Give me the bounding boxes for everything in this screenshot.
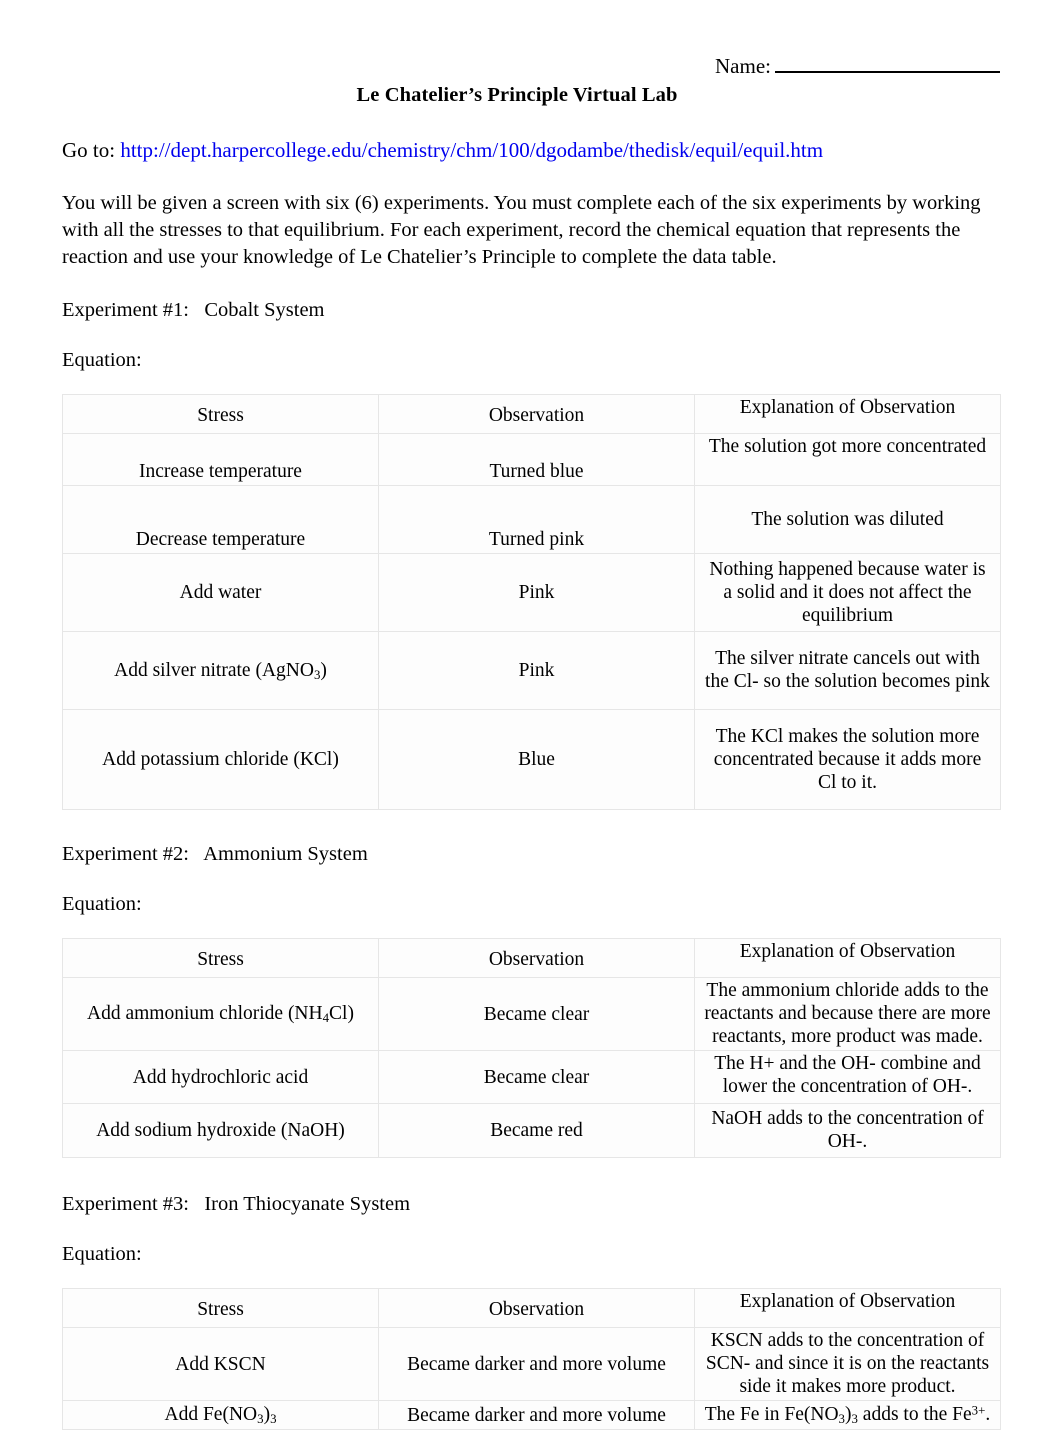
lab-url-link[interactable]: http://dept.harpercollege.edu/chemistry/…	[120, 138, 823, 162]
page-title: Le Chatelier’s Principle Virtual Lab	[356, 84, 678, 107]
experiment-3-heading: Experiment #3: Iron Thiocyanate System	[62, 1193, 411, 1216]
cell-stress: Add KSCN	[62, 1327, 379, 1402]
cell-stress: Add ammonium chloride (NH4Cl)	[62, 977, 379, 1052]
name-label: Name:	[715, 54, 771, 78]
experiment-3-table: Stress Observation Explanation of Observ…	[62, 1288, 1001, 1430]
cell-observation: Became darker and more volume	[378, 1327, 695, 1402]
cell-explanation: The ammonium chloride adds to the reacta…	[694, 977, 1001, 1052]
cell-explanation: KSCN adds to the concentration of SCN- a…	[694, 1327, 1001, 1402]
cell-observation: Turned pink	[378, 485, 695, 555]
column-header-stress: Stress	[62, 1288, 379, 1329]
cell-stress: Add hydrochloric acid	[62, 1050, 379, 1105]
cell-explanation: The silver nitrate cancels out with the …	[694, 631, 1001, 711]
cell-explanation: The solution got more concentrated	[694, 433, 1001, 487]
column-header-observation: Observation	[378, 938, 695, 979]
cell-stress: Increase temperature	[62, 433, 379, 487]
table-header-row: Stress Observation Explanation of Observ…	[62, 394, 1001, 435]
cell-observation: Pink	[378, 553, 695, 633]
table-row: Decrease temperature Turned pink The sol…	[62, 485, 1001, 555]
cell-explanation: NaOH adds to the concentration of OH-.	[694, 1103, 1001, 1159]
table-row: Add hydrochloric acid Became clear The H…	[62, 1050, 1001, 1105]
cell-explanation: The H+ and the OH- combine and lower the…	[694, 1050, 1001, 1105]
table-row: Add sodium hydroxide (NaOH) Became red N…	[62, 1103, 1001, 1159]
cell-explanation: The KCl makes the solution more concentr…	[694, 709, 1001, 811]
table-row: Add ammonium chloride (NH4Cl) Became cle…	[62, 977, 1001, 1052]
experiment-2-heading: Experiment #2: Ammonium System	[62, 843, 368, 866]
name-blank-line[interactable]	[775, 56, 1000, 73]
table-row: Increase temperature Turned blue The sol…	[62, 433, 1001, 487]
table-row: Add Fe(NO3)3 Became darker and more volu…	[62, 1400, 1001, 1430]
column-header-observation: Observation	[378, 394, 695, 435]
cell-stress: Add silver nitrate (AgNO3)	[62, 631, 379, 711]
column-header-stress: Stress	[62, 394, 379, 435]
table-header-row: Stress Observation Explanation of Observ…	[62, 938, 1001, 979]
cell-explanation: The solution was diluted	[694, 485, 1001, 555]
table-row: Add KSCN Became darker and more volume K…	[62, 1327, 1001, 1402]
table-row: Add silver nitrate (AgNO3) Pink The silv…	[62, 631, 1001, 711]
column-header-explanation: Explanation of Observation	[694, 1288, 1001, 1329]
cell-explanation: The Fe in Fe(NO3)3 adds to the Fe3+.	[694, 1400, 1001, 1430]
cell-observation: Became clear	[378, 977, 695, 1052]
experiment-2-table: Stress Observation Explanation of Observ…	[62, 938, 1001, 1159]
cell-stress: Add Fe(NO3)3	[62, 1400, 379, 1430]
cell-stress: Decrease temperature	[62, 485, 379, 555]
column-header-observation: Observation	[378, 1288, 695, 1329]
table-header-row: Stress Observation Explanation of Observ…	[62, 1288, 1001, 1329]
experiment-2-equation-label: Equation:	[62, 893, 142, 916]
cell-observation: Became red	[378, 1103, 695, 1159]
document-body: Name: Le Chatelier’s Principle Virtual L…	[62, 0, 1001, 1430]
cell-stress: Add water	[62, 553, 379, 633]
column-header-stress: Stress	[62, 938, 379, 979]
cell-observation: Blue	[378, 709, 695, 811]
cell-stress: Add sodium hydroxide (NaOH)	[62, 1103, 379, 1159]
cell-observation: Turned blue	[378, 433, 695, 487]
experiment-1-equation-label: Equation:	[62, 349, 142, 372]
name-field-row: Name:	[62, 0, 1000, 78]
experiment-3-equation-label: Equation:	[62, 1243, 142, 1266]
goto-line: Go to: http://dept.harpercollege.edu/che…	[62, 138, 1000, 163]
cell-stress: Add potassium chloride (KCl)	[62, 709, 379, 811]
intro-paragraph: You will be given a screen with six (6) …	[62, 192, 981, 269]
goto-label: Go to:	[62, 138, 121, 163]
column-header-explanation: Explanation of Observation	[694, 394, 1001, 435]
document-page: Name: Le Chatelier’s Principle Virtual L…	[0, 0, 1062, 1430]
column-header-explanation: Explanation of Observation	[694, 938, 1001, 979]
cell-observation: Became clear	[378, 1050, 695, 1105]
experiment-1-table: Stress Observation Explanation of Observ…	[62, 394, 1001, 811]
table-row: Add potassium chloride (KCl) Blue The KC…	[62, 709, 1001, 811]
cell-observation: Pink	[378, 631, 695, 711]
table-row: Add water Pink Nothing happened because …	[62, 553, 1001, 633]
cell-observation: Became darker and more volume	[378, 1400, 695, 1430]
cell-explanation: Nothing happened because water is a soli…	[694, 553, 1001, 633]
experiment-1-heading: Experiment #1: Cobalt System	[62, 299, 325, 322]
